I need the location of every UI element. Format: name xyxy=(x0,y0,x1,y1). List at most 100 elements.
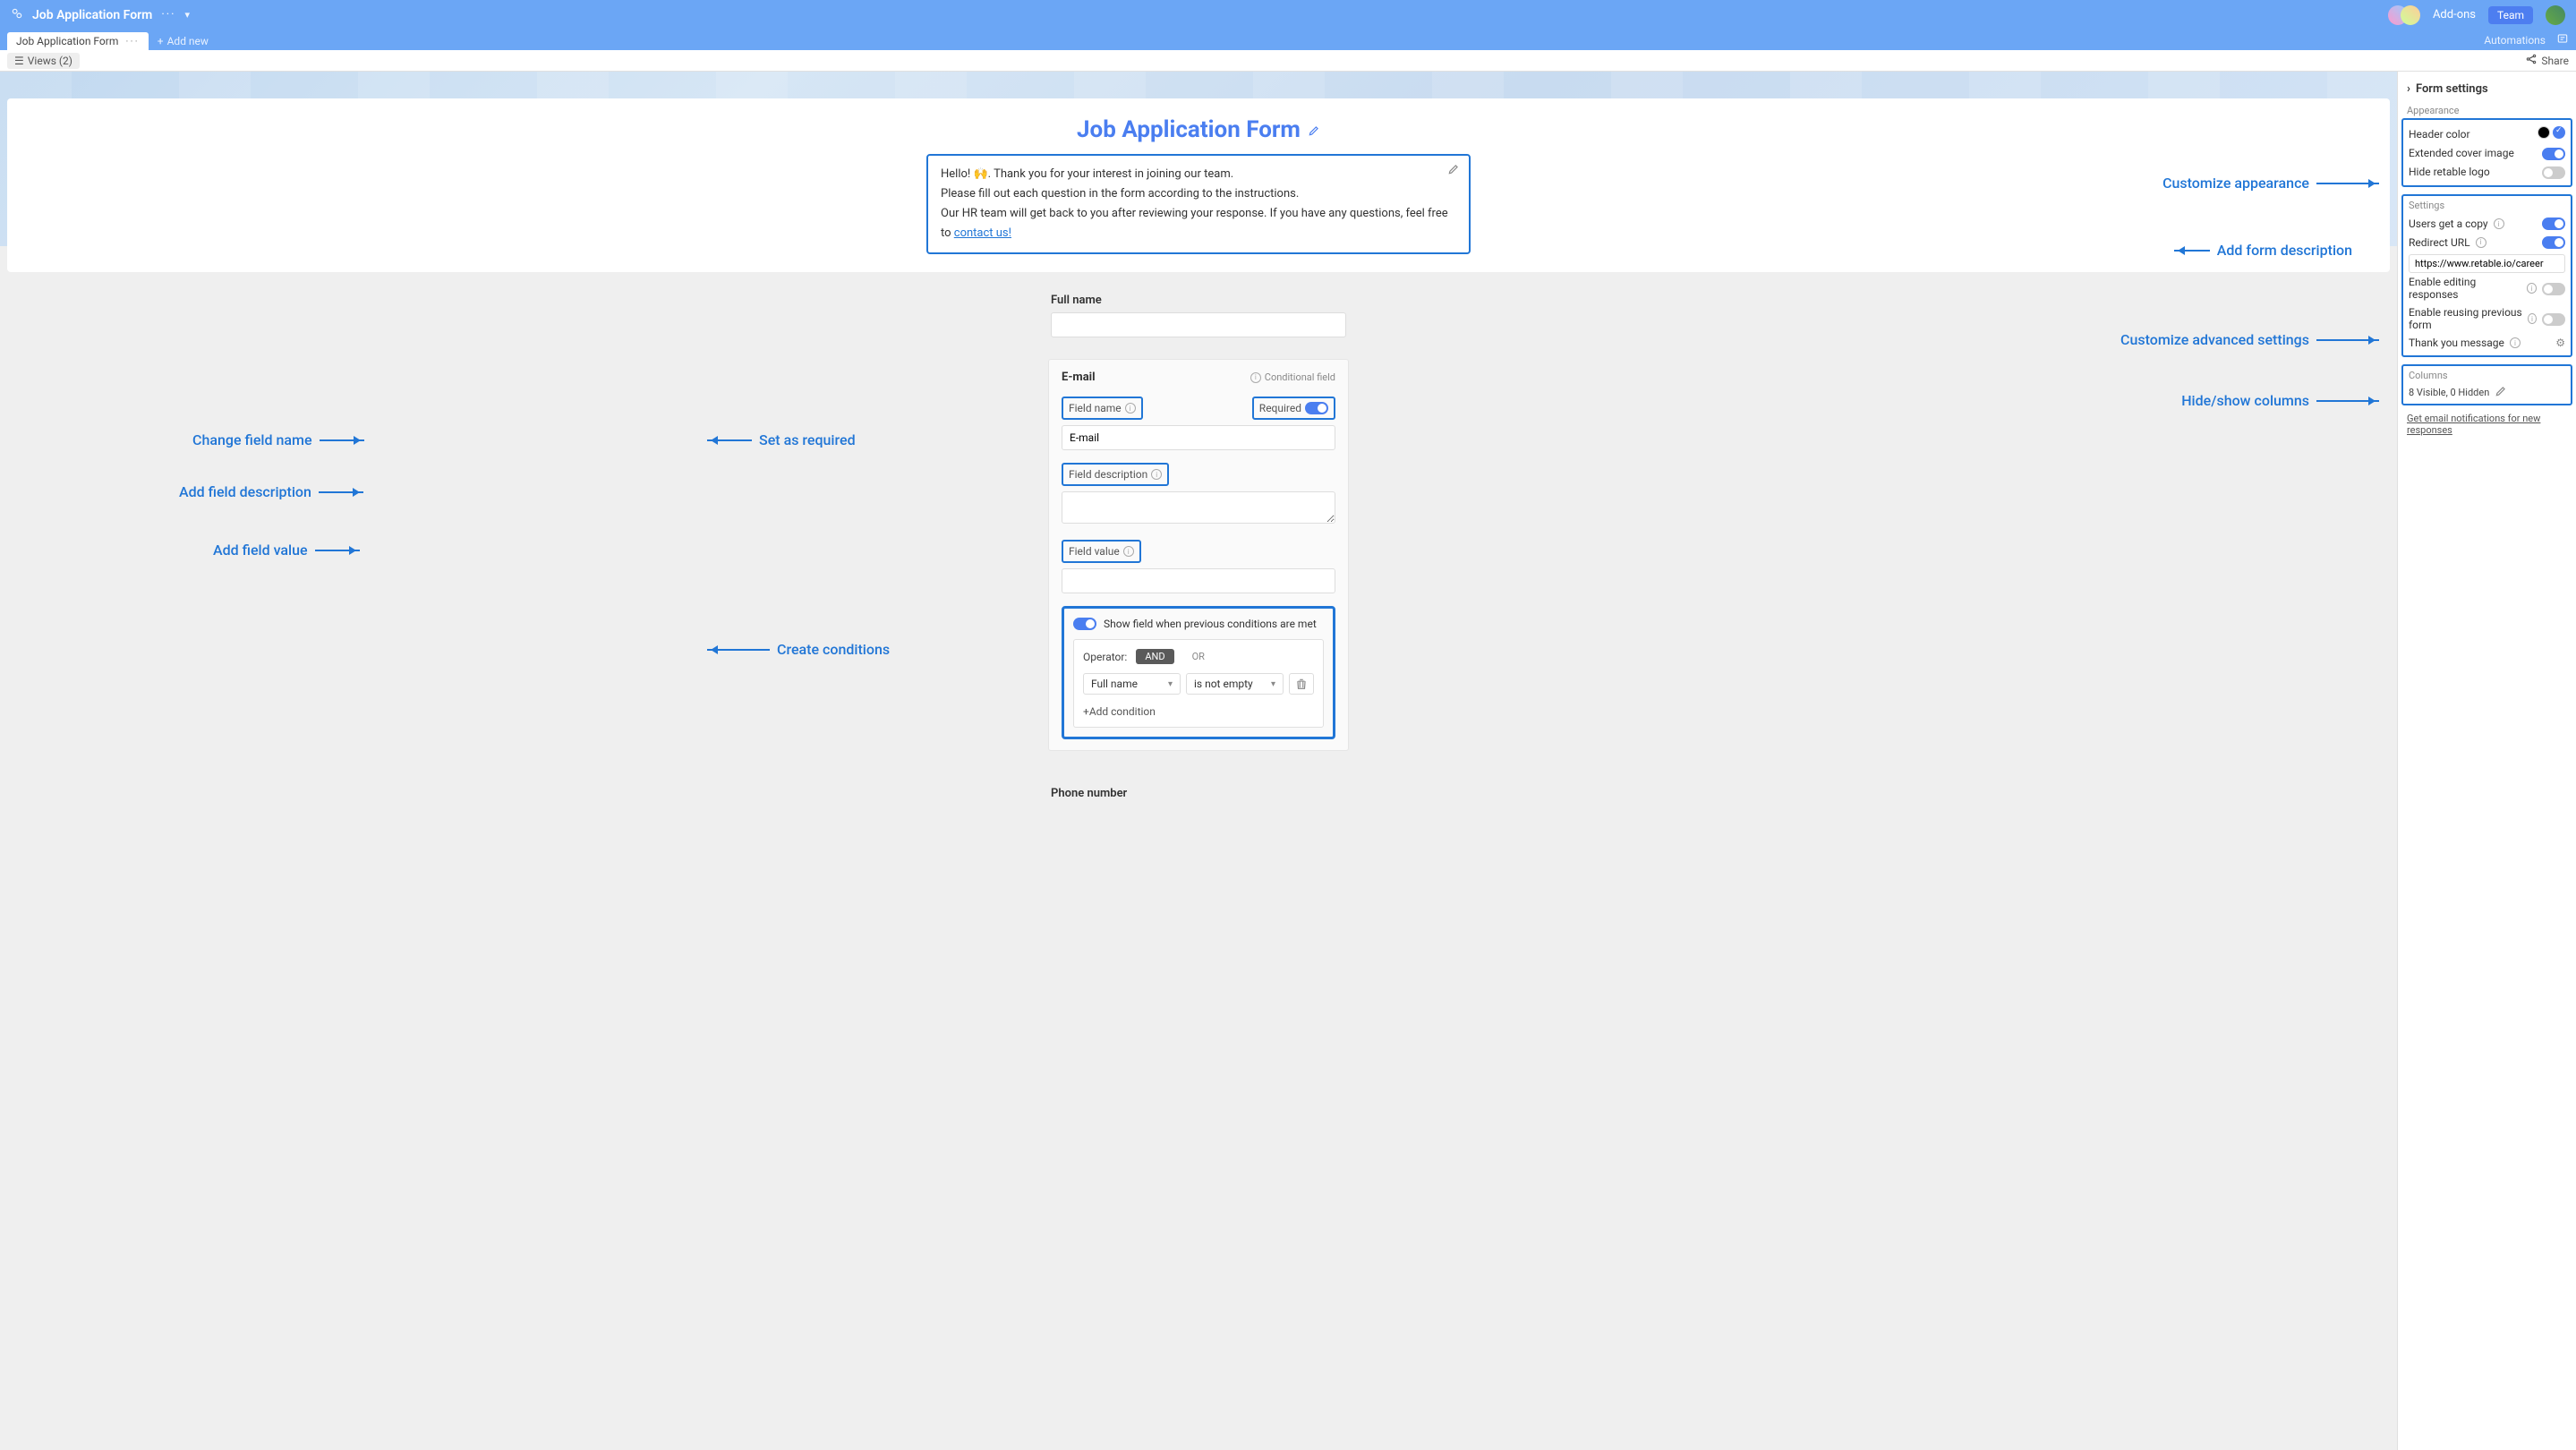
thank-you-label: Thank you message xyxy=(2409,337,2504,349)
users-copy-toggle[interactable] xyxy=(2542,218,2565,230)
project-tab-bar: Job Application Form ··· + Add new Autom… xyxy=(0,30,2576,50)
editor-field-title: E-mail xyxy=(1062,371,1096,384)
info-icon[interactable]: i xyxy=(2476,237,2486,248)
conditions-block: Show field when previous conditions are … xyxy=(1062,606,1335,739)
views-toolbar: ☰ Views (2) Share xyxy=(0,50,2576,72)
share-icon xyxy=(2525,53,2538,68)
contact-link[interactable]: contact us! xyxy=(954,226,1011,240)
edit-description-icon[interactable] xyxy=(1447,163,1460,183)
add-new-tab[interactable]: + Add new xyxy=(158,35,209,47)
form-canvas: Job Application Form Hello! 🙌. Thank you… xyxy=(0,72,2397,1450)
field-editor-panel: E-mail i Conditional field Field name i … xyxy=(1048,359,1349,751)
field-label-phone: Phone number xyxy=(1051,787,1346,800)
enable-edit-label: Enable editing responses xyxy=(2409,276,2521,301)
desc-line-2: Please fill out each question in the for… xyxy=(941,184,1456,204)
plus-icon: + xyxy=(158,35,164,47)
page-title: Job Application Form xyxy=(32,8,152,22)
form-title-text[interactable]: Job Application Form xyxy=(1077,116,1301,143)
info-icon: i xyxy=(1250,372,1261,383)
info-icon[interactable]: i xyxy=(2528,313,2537,324)
operator-label: Operator: xyxy=(1083,651,1127,663)
desc-line-3: Our HR team will get back to you after r… xyxy=(941,204,1456,243)
callout-create-conditions: Create conditions xyxy=(707,641,890,658)
project-tab-active[interactable]: Job Application Form ··· xyxy=(7,32,149,50)
desc-line-1: Hello! 🙌. Thank you for your interest in… xyxy=(941,165,1456,184)
required-toggle[interactable] xyxy=(1305,402,1328,414)
enable-reuse-toggle[interactable] xyxy=(2542,313,2565,326)
field-value-label-box: Field value i xyxy=(1062,540,1141,563)
extended-cover-label: Extended cover image xyxy=(2409,147,2514,159)
views-label: Views (2) xyxy=(28,55,73,67)
delete-condition-button[interactable] xyxy=(1289,673,1314,695)
color-option-black[interactable] xyxy=(2538,126,2550,139)
chevron-down-icon: ▾ xyxy=(1271,679,1275,689)
operator-and-button[interactable]: AND xyxy=(1136,649,1173,664)
info-icon[interactable]: i xyxy=(2510,337,2521,348)
form-settings-sidebar: › Form settings Appearance Header color … xyxy=(2397,72,2576,1450)
edit-title-icon[interactable] xyxy=(1308,116,1320,143)
title-menu-icon[interactable]: ··· xyxy=(161,8,175,21)
redirect-url-input[interactable] xyxy=(2409,254,2565,273)
columns-section-title: Columns xyxy=(2409,370,2565,385)
redirect-url-label: Redirect URL xyxy=(2409,236,2470,249)
tab-label: Job Application Form xyxy=(16,35,118,47)
field-name-input[interactable] xyxy=(1062,425,1335,450)
field-value-input[interactable] xyxy=(1062,568,1335,593)
collaborator-avatars[interactable] xyxy=(2388,5,2420,25)
color-option-blue[interactable] xyxy=(2553,126,2565,139)
share-button[interactable]: Share xyxy=(2525,53,2569,68)
redirect-url-toggle[interactable] xyxy=(2542,236,2565,249)
hide-logo-label: Hide retable logo xyxy=(2409,166,2490,178)
addons-link[interactable]: Add-ons xyxy=(2433,8,2476,21)
full-name-input[interactable] xyxy=(1051,312,1346,337)
add-condition-button[interactable]: +Add condition xyxy=(1083,705,1314,718)
settings-group: Settings Users get a copy i Redirect URL… xyxy=(2401,194,2572,358)
field-label-fullname: Full name xyxy=(1051,294,1346,307)
info-icon[interactable]: i xyxy=(2527,283,2537,294)
callout-set-required: Set as required xyxy=(707,431,856,448)
field-full-name[interactable]: Full name xyxy=(1051,294,1346,337)
callout-hide-show-columns: Hide/show columns xyxy=(2181,392,2379,409)
required-toggle-box: Required xyxy=(1252,397,1335,420)
chevron-right-icon: › xyxy=(2407,82,2410,96)
conditional-field-indicator: i Conditional field xyxy=(1250,371,1335,383)
thank-you-settings-button[interactable]: ⚙ xyxy=(2555,337,2565,349)
extended-cover-toggle[interactable] xyxy=(2542,148,2565,160)
workspace-icon xyxy=(11,7,23,23)
views-button[interactable]: ☰ Views (2) xyxy=(7,53,80,69)
settings-section-title: Settings xyxy=(2409,200,2565,215)
enable-reuse-label: Enable reusing previous form xyxy=(2409,306,2522,331)
info-icon[interactable]: i xyxy=(2494,218,2504,229)
chevron-down-icon[interactable]: ▾ xyxy=(185,9,191,21)
hamburger-icon: ☰ xyxy=(14,55,24,67)
field-description-input[interactable] xyxy=(1062,491,1335,524)
tab-menu-icon[interactable]: ··· xyxy=(125,35,139,47)
callout-change-field-name: Change field name xyxy=(192,431,364,448)
info-icon[interactable]: i xyxy=(1123,546,1134,557)
enable-edit-toggle[interactable] xyxy=(2542,283,2565,295)
field-description-label-box: Field description i xyxy=(1062,463,1169,486)
hide-logo-toggle[interactable] xyxy=(2542,166,2565,179)
edit-columns-icon[interactable] xyxy=(2495,385,2507,400)
users-copy-label: Users get a copy xyxy=(2409,218,2488,230)
condition-field-select[interactable]: Full name▾ xyxy=(1083,673,1181,695)
form-description-box[interactable]: Hello! 🙌. Thank you for your interest in… xyxy=(926,154,1471,254)
automations-link[interactable]: Automations xyxy=(2484,34,2546,47)
sidebar-header[interactable]: › Form settings xyxy=(2398,79,2576,99)
email-notifications-link[interactable]: Get email notifications for new response… xyxy=(2398,413,2576,436)
callout-add-field-value: Add field value xyxy=(213,542,360,559)
field-name-label-box: Field name i xyxy=(1062,397,1143,420)
callout-add-field-desc: Add field description xyxy=(179,483,363,500)
app-header: Job Application Form ··· ▾ Add-ons Team xyxy=(0,0,2576,30)
info-icon[interactable]: i xyxy=(1151,469,1162,480)
conditions-toggle[interactable] xyxy=(1073,618,1096,630)
header-color-label: Header color xyxy=(2409,128,2470,141)
info-icon[interactable]: i xyxy=(1125,403,1136,414)
team-badge[interactable]: Team xyxy=(2488,6,2533,24)
automations-icon[interactable] xyxy=(2556,32,2569,47)
share-label: Share xyxy=(2541,55,2569,67)
operator-or-button[interactable]: OR xyxy=(1183,649,1214,664)
user-avatar[interactable] xyxy=(2546,5,2565,25)
condition-operator-select[interactable]: is not empty▾ xyxy=(1186,673,1284,695)
field-phone[interactable]: Phone number xyxy=(1051,787,1346,800)
